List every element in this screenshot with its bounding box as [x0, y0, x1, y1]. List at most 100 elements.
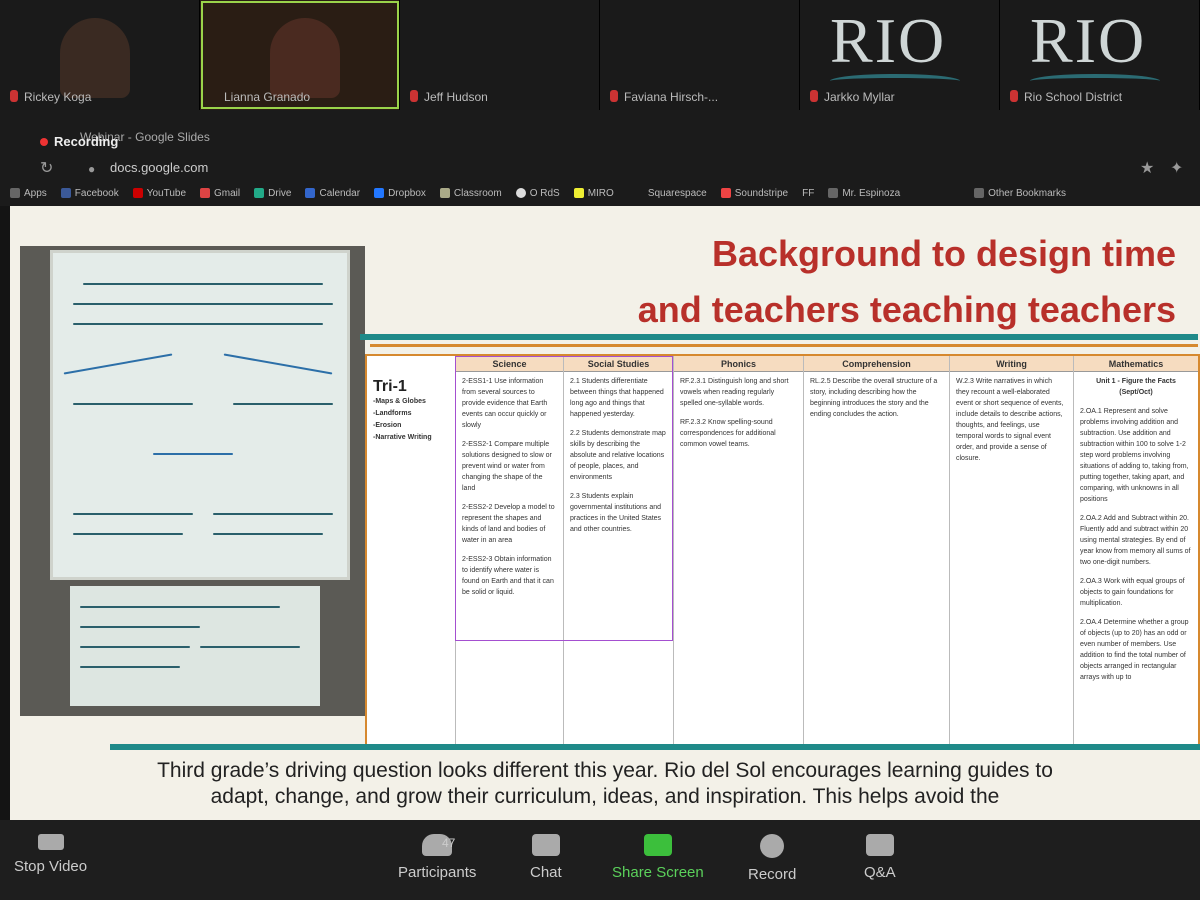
mic-muted-icon — [610, 90, 618, 102]
browser-chrome: Webinar - Google Slides Recording ↻ ● do… — [0, 110, 1200, 206]
column-comprehension: Comprehension RL.2.5 Describe the overal… — [803, 356, 949, 744]
bookmark-facebook[interactable]: Facebook — [60, 187, 119, 199]
table-cell: RF.2.3.2 Know spelling-sound corresponde… — [680, 419, 776, 448]
rio-logo: RIO — [830, 5, 947, 76]
bookmark-label: Other Bookmarks — [988, 187, 1066, 199]
classroom-icon — [439, 188, 450, 198]
highlight-box — [455, 356, 673, 641]
bookmark-calendar[interactable]: Calendar — [305, 188, 360, 199]
share-screen-icon — [643, 834, 672, 856]
mic-muted-icon — [1010, 90, 1018, 102]
button-label: Q&A — [864, 864, 896, 881]
recording-indicator: Recording — [40, 134, 118, 149]
bookmark-apps[interactable]: Apps — [10, 188, 47, 199]
bookmark-label: Facebook — [74, 187, 119, 199]
column-mathematics: Mathematics Unit 1 - Figure the Facts (S… — [1073, 356, 1198, 744]
bookmark-dropbox[interactable]: Dropbox — [374, 188, 426, 199]
participant-tile[interactable]: RIO Rio School District — [1000, 0, 1200, 110]
slide-title: Background to design time and teachers t… — [638, 226, 1176, 338]
record-button[interactable]: Record — [748, 834, 796, 883]
table-cell: RL.2.5 Describe the overall structure of… — [810, 378, 938, 418]
rio-logo-wave — [830, 74, 960, 88]
qa-button[interactable]: Q&A — [864, 834, 896, 881]
whiteboard — [50, 250, 350, 580]
reload-icon[interactable]: ↻ — [40, 158, 53, 178]
table-cell: 2.OA.1 Represent and solve problems invo… — [1080, 408, 1189, 503]
bookmark-label: O RdS — [529, 187, 560, 199]
title-divider-accent — [370, 344, 1198, 347]
participant-tile[interactable]: Jeff Hudson — [400, 0, 600, 110]
miro-icon — [573, 188, 584, 198]
mic-muted-icon — [810, 90, 818, 102]
slide-title-line: Background to design time — [711, 233, 1176, 274]
stop-video-button[interactable]: Stop Video — [14, 834, 87, 875]
whiteboard-lower — [70, 586, 320, 706]
participants-count: 47 — [442, 836, 456, 850]
bookmark-classroom[interactable]: Classroom — [439, 188, 502, 199]
participant-name: Jarkko Myllar — [824, 90, 895, 104]
bookmark-soundstripe[interactable]: Soundstripe — [720, 188, 788, 199]
recording-label: Recording — [54, 134, 119, 149]
bookmark-miro[interactable]: MIRO — [573, 187, 614, 199]
record-icon — [760, 834, 785, 858]
gmail-icon — [200, 188, 211, 198]
youtube-icon — [132, 188, 143, 198]
rio-logo-wave — [1030, 74, 1160, 88]
apps-icon — [10, 188, 20, 198]
trimester-label: Tri-1 — [373, 378, 407, 395]
participant-tile[interactable]: Faviana Hirsch-... — [600, 0, 800, 110]
bookmark-other[interactable]: Other Bookmarks — [974, 188, 1066, 199]
bookmark-squarespace[interactable]: Squarespace — [648, 188, 707, 199]
slide-caption: Third grade’s driving question looks dif… — [10, 758, 1200, 810]
extensions-icon[interactable]: ✦ — [1170, 158, 1183, 178]
bookmark-label: YouTube — [146, 187, 187, 199]
qa-icon — [865, 834, 894, 856]
bookmark-youtube[interactable]: YouTube — [132, 187, 187, 199]
address-bar-row: ↻ ● docs.google.com ★ ✦ — [0, 154, 1200, 180]
column-header: Comprehension — [804, 356, 949, 372]
column-header: Phonics — [674, 356, 803, 372]
bookmark-drive[interactable]: Drive — [254, 188, 291, 199]
button-label: Share Screen — [612, 864, 704, 881]
caption-line: adapt, change, and grow their curriculum… — [210, 785, 1000, 808]
participant-tile[interactable]: RIO Jarkko Myllar — [800, 0, 1000, 110]
topic-label: -Landforms — [373, 410, 412, 417]
slide-title-line: and teachers teaching teachers — [637, 289, 1176, 330]
participant-name: Jeff Hudson — [424, 90, 488, 104]
bookmark-gmail[interactable]: Gmail — [200, 188, 240, 199]
topic-label: -Narrative Writing — [373, 434, 432, 441]
dropbox-icon — [374, 188, 385, 198]
bookmark-ff[interactable]: FF — [802, 188, 814, 199]
column-header: Writing — [950, 356, 1073, 372]
participant-tile-active-speaker[interactable]: Lianna Granado — [200, 0, 400, 110]
participants-button[interactable]: 47 Participants — [398, 834, 476, 881]
button-label: Record — [748, 866, 797, 883]
bookmark-label: Dropbox — [388, 187, 426, 199]
button-label: Stop Video — [14, 858, 88, 875]
table-cell: W.2.3 Write narratives in which they rec… — [956, 378, 1064, 462]
meeting-toolbar: Stop Video 47 Participants Chat Share Sc… — [0, 820, 1200, 900]
chat-button[interactable]: Chat — [530, 834, 562, 881]
folder-icon — [828, 188, 839, 198]
bookmark-label: Apps — [24, 187, 47, 199]
participant-name: Lianna Granado — [224, 90, 311, 104]
column-phonics: Phonics RF.2.3.1 Distinguish long and sh… — [673, 356, 803, 744]
star-icon[interactable]: ★ — [1140, 158, 1154, 178]
address-bar[interactable]: docs.google.com — [110, 160, 208, 175]
bookmark-label: Calendar — [319, 187, 361, 199]
bookmarks-bar: Apps Facebook YouTube Gmail Drive Calend… — [0, 182, 1200, 204]
facebook-icon — [60, 188, 71, 198]
share-screen-button[interactable]: Share Screen — [612, 834, 704, 881]
drive-icon — [254, 188, 265, 198]
table-cell: 2.OA.2 Add and Subtract within 20. Fluen… — [1080, 515, 1191, 566]
participant-tile[interactable]: Rickey Koga — [0, 0, 200, 110]
rio-logo: RIO — [1030, 5, 1147, 76]
bookmark-mr-espinoza[interactable]: Mr. Espinoza — [828, 188, 900, 199]
bookmark-label: MIRO — [587, 187, 614, 199]
folder-icon — [974, 188, 985, 198]
recording-dot-icon — [40, 138, 48, 146]
column-header: Mathematics — [1074, 356, 1198, 372]
bookmark-ords[interactable]: O RdS — [515, 187, 560, 199]
topic-label: -Erosion — [373, 422, 402, 429]
bookmark-label: Squarespace — [647, 187, 707, 199]
